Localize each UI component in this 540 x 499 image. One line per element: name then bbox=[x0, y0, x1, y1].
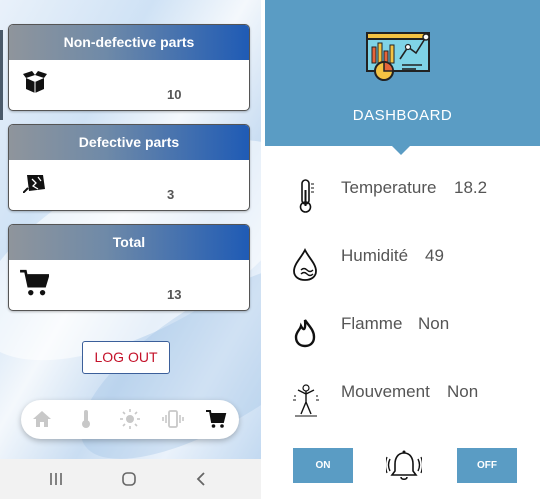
sensor-temperature: Temperature 18.2 bbox=[265, 178, 540, 218]
header-pointer bbox=[391, 145, 411, 155]
flame-icon bbox=[294, 315, 316, 348]
sensor-label: Flamme bbox=[341, 314, 403, 333]
recent-apps-icon[interactable] bbox=[47, 470, 65, 488]
card-value: 10 bbox=[167, 87, 182, 102]
sensor-value: Non bbox=[447, 382, 479, 401]
dashboard-title: DASHBOARD bbox=[352, 107, 453, 124]
alarm-bell-icon[interactable] bbox=[386, 449, 422, 483]
logout-button[interactable]: LOG OUT bbox=[82, 341, 170, 374]
screen-edge bbox=[0, 30, 3, 120]
humidity-icon bbox=[293, 247, 317, 281]
card-total: Total 13 bbox=[8, 224, 250, 311]
sensor-label: Temperature bbox=[341, 178, 437, 197]
home-icon[interactable] bbox=[31, 408, 53, 430]
sensor-value: Non bbox=[418, 314, 450, 333]
thermometer-icon bbox=[299, 179, 314, 213]
sensor-label: Humidité bbox=[341, 246, 409, 265]
open-box-icon bbox=[23, 71, 47, 93]
back-icon[interactable] bbox=[193, 470, 211, 488]
card-title: Non-defective parts bbox=[9, 25, 249, 60]
card-title: Total bbox=[9, 225, 249, 260]
sensor-value: 18.2 bbox=[454, 178, 488, 197]
bottom-nav bbox=[21, 400, 239, 439]
left-screen: Non-defective parts 10 Defective parts 3… bbox=[0, 0, 261, 499]
shopping-cart-icon[interactable] bbox=[205, 408, 227, 430]
sun-icon[interactable] bbox=[119, 408, 141, 430]
home-circle-icon[interactable] bbox=[120, 470, 138, 488]
sensor-label: Mouvement bbox=[341, 382, 430, 401]
thermometer-icon[interactable] bbox=[75, 408, 97, 430]
card-defective: Defective parts 3 bbox=[8, 124, 250, 211]
broken-box-icon bbox=[23, 175, 45, 193]
sensor-motion: Mouvement Non bbox=[265, 382, 540, 422]
sensor-value: 49 bbox=[425, 246, 444, 265]
dashboard-header: DASHBOARD bbox=[265, 0, 540, 146]
sensor-humidity: Humidité 49 bbox=[265, 246, 540, 286]
on-button[interactable]: ON bbox=[293, 448, 353, 483]
motion-icon bbox=[293, 384, 319, 417]
card-non-defective: Non-defective parts 10 bbox=[8, 24, 250, 111]
sensor-flame: Flamme Non bbox=[265, 314, 540, 354]
card-value: 13 bbox=[167, 287, 182, 302]
card-value: 3 bbox=[167, 187, 175, 202]
shopping-cart-icon bbox=[20, 269, 49, 296]
card-title: Defective parts bbox=[9, 125, 249, 160]
vibration-icon[interactable] bbox=[162, 408, 184, 430]
dashboard-icon bbox=[366, 32, 430, 81]
off-button[interactable]: OFF bbox=[457, 448, 517, 483]
system-nav-bar bbox=[0, 459, 261, 499]
right-screen: DASHBOARD Temperature 18.2 Humidité 49 F… bbox=[265, 0, 540, 499]
